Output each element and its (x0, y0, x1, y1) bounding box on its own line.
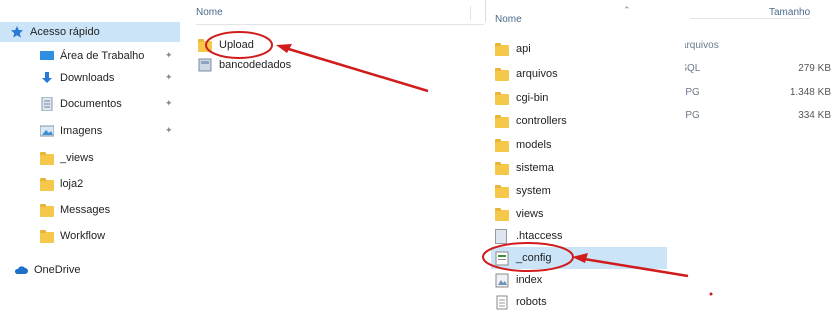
highlight-circle-upload (205, 31, 273, 59)
arrowhead-config (572, 253, 588, 263)
red-dot-mark (709, 292, 713, 296)
annotation-layer (205, 31, 713, 296)
arrow-shaft-config (577, 256, 689, 278)
highlight-circle-config (482, 242, 574, 272)
arrow-shaft-upload (281, 45, 429, 93)
